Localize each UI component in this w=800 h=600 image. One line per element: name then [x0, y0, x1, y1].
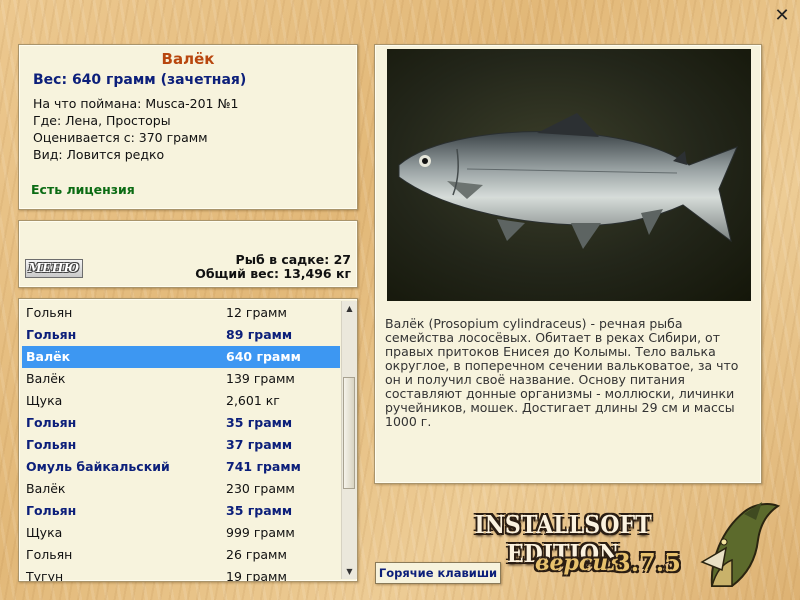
list-item-name: Гольян: [26, 503, 77, 518]
list-item[interactable]: Валёк 640 грамм: [22, 346, 340, 368]
scroll-up-arrow-icon[interactable]: ▲: [342, 301, 357, 316]
list-item[interactable]: Гольян 35 грамм: [22, 500, 340, 522]
list-item-name: Валёк: [26, 349, 71, 364]
list-item-name: Щука: [26, 393, 63, 408]
scroll-down-arrow-icon[interactable]: ▼: [342, 564, 357, 579]
fish-name-title: Валёк: [161, 50, 215, 68]
list-item-name: Валёк: [26, 371, 66, 386]
net-stats-panel: МЕНЮ Рыб в садке: 27 Общий вес: 13,496 к…: [18, 220, 358, 288]
list-item[interactable]: Тугун 19 грамм: [22, 566, 340, 582]
list-item-name: Гольян: [26, 415, 77, 430]
menu-button[interactable]: МЕНЮ: [25, 259, 83, 278]
list-item-weight: 2,601 кг: [226, 393, 280, 408]
fish-photo: [387, 49, 751, 301]
list-item-weight: 741 грамм: [226, 459, 301, 474]
fish-detail-panel: Валёк (Prosopium cylindraceus) - речная …: [374, 44, 762, 484]
list-item-weight: 26 грамм: [226, 547, 287, 562]
list-item-weight: 640 грамм: [226, 349, 301, 364]
valued-from: Оценивается с: 370 грамм: [33, 130, 208, 145]
list-item[interactable]: Гольян 89 грамм: [22, 324, 340, 346]
pike-logo-icon: [700, 502, 781, 587]
fish-info-panel: Валёк Вес: 640 грамм (зачетная) На что п…: [18, 44, 358, 210]
list-item[interactable]: Щука 999 грамм: [22, 522, 340, 544]
list-item-weight: 35 грамм: [226, 415, 293, 430]
list-item[interactable]: Гольян 12 грамм: [22, 302, 340, 324]
fish-count: Рыб в садке: 27: [235, 252, 351, 267]
species-rarity: Вид: Ловится редко: [33, 147, 165, 162]
license-status: Есть лицензия: [31, 182, 135, 197]
version-label: версия: [535, 550, 626, 576]
total-weight: Общий вес: 13,496 кг: [195, 266, 351, 281]
list-item-name: Гольян: [26, 437, 77, 452]
version-number: 3.7.5: [614, 548, 681, 577]
list-item-weight: 89 грамм: [226, 327, 293, 342]
list-item-weight: 37 грамм: [226, 437, 293, 452]
scrollbar-thumb[interactable]: [343, 377, 355, 489]
list-item-name: Валёк: [26, 481, 66, 496]
list-item-name: Омуль байкальский: [26, 459, 170, 474]
list-item[interactable]: Валёк 230 грамм: [22, 478, 340, 500]
list-item-weight: 12 грамм: [226, 305, 287, 320]
list-item-name: Гольян: [26, 547, 73, 562]
list-item-name: Гольян: [26, 327, 77, 342]
list-item-weight: 999 грамм: [226, 525, 295, 540]
list-item[interactable]: Валёк 139 грамм: [22, 368, 340, 390]
list-item[interactable]: Гольян 26 грамм: [22, 544, 340, 566]
catch-list-panel: Гольян 12 грамм Гольян 89 грамм Валёк 640 гра…: [18, 298, 358, 582]
list-item[interactable]: Щука 2,601 кг: [22, 390, 340, 412]
list-item[interactable]: Омуль байкальский 741 грамм: [22, 456, 340, 478]
fish-illustration: [398, 113, 738, 249]
caught-where: Где: Лена, Просторы: [33, 113, 171, 128]
list-item-weight: 35 грамм: [226, 503, 293, 518]
list-item-weight: 230 грамм: [226, 481, 295, 496]
list-item-name: Гольян: [26, 305, 73, 320]
list-item-name: Тугун: [26, 569, 64, 582]
fish-weight: Вес: 640 грамм (зачетная): [33, 72, 247, 88]
catch-list: Гольян 12 грамм Гольян 89 грамм Валёк 640 гра…: [22, 302, 340, 582]
fish-description: Валёк (Prosopium cylindraceus) - речная …: [385, 316, 739, 429]
list-item[interactable]: Гольян 37 грамм: [22, 434, 340, 456]
list-item[interactable]: Гольян 35 грамм: [22, 412, 340, 434]
close-button[interactable]: ✕: [772, 6, 792, 26]
list-scrollbar[interactable]: ▲ ▼: [341, 301, 357, 579]
list-item-weight: 139 грамм: [226, 371, 295, 386]
list-item-weight: 19 грамм: [226, 569, 287, 582]
caught-with: На что поймана: Musca-201 №1: [33, 96, 239, 111]
list-item-name: Щука: [26, 525, 63, 540]
